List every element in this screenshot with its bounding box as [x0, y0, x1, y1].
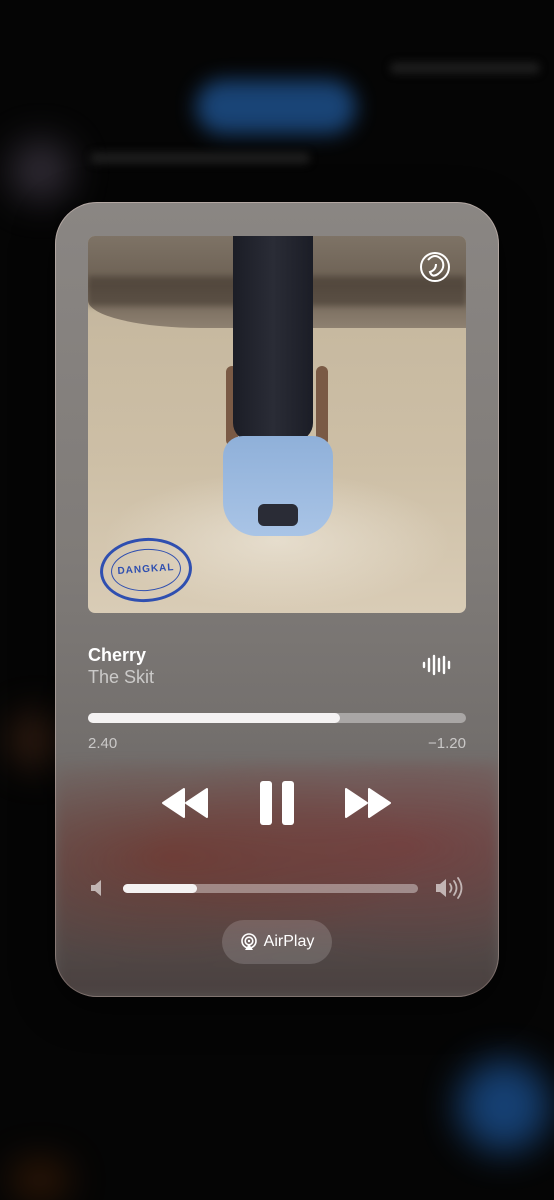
background-blurred-pill	[196, 80, 356, 134]
volume-slider[interactable]	[123, 884, 418, 893]
track-artist[interactable]: The Skit	[88, 667, 154, 688]
airplay-button[interactable]: AirPlay	[222, 920, 332, 964]
airplay-icon	[240, 933, 257, 950]
rewind-icon	[162, 788, 208, 818]
artist-logo-icon	[420, 252, 450, 282]
airplay-label: AirPlay	[263, 933, 315, 950]
waveform-icon[interactable]	[421, 654, 451, 676]
elapsed-time: 2.40	[88, 735, 118, 752]
speaker-low-icon	[91, 880, 101, 896]
background-blurred-shape	[10, 1160, 70, 1200]
fast-forward-button[interactable]	[342, 786, 394, 820]
speaker-high-icon	[436, 877, 463, 899]
background-blurred-button	[458, 1060, 550, 1152]
track-title: Cherry	[88, 645, 147, 665]
now-playing-card: DANGKAL Cherry The Skit 2.40 −1.20 AirPl…	[55, 202, 499, 997]
remaining-time: −1.20	[428, 735, 466, 752]
background-blurred-avatar	[10, 140, 72, 202]
fast-forward-icon	[345, 788, 391, 818]
volume-level-fill	[123, 884, 197, 893]
playback-progress-fill	[88, 713, 341, 723]
background-blurred-text	[90, 152, 310, 164]
pause-button[interactable]	[258, 779, 296, 827]
playback-scrubber[interactable]	[88, 713, 466, 723]
rewind-button[interactable]	[159, 786, 211, 820]
album-artwork[interactable]: DANGKAL	[88, 236, 466, 613]
pause-icon	[260, 781, 294, 825]
background-blurred-text	[390, 62, 540, 74]
